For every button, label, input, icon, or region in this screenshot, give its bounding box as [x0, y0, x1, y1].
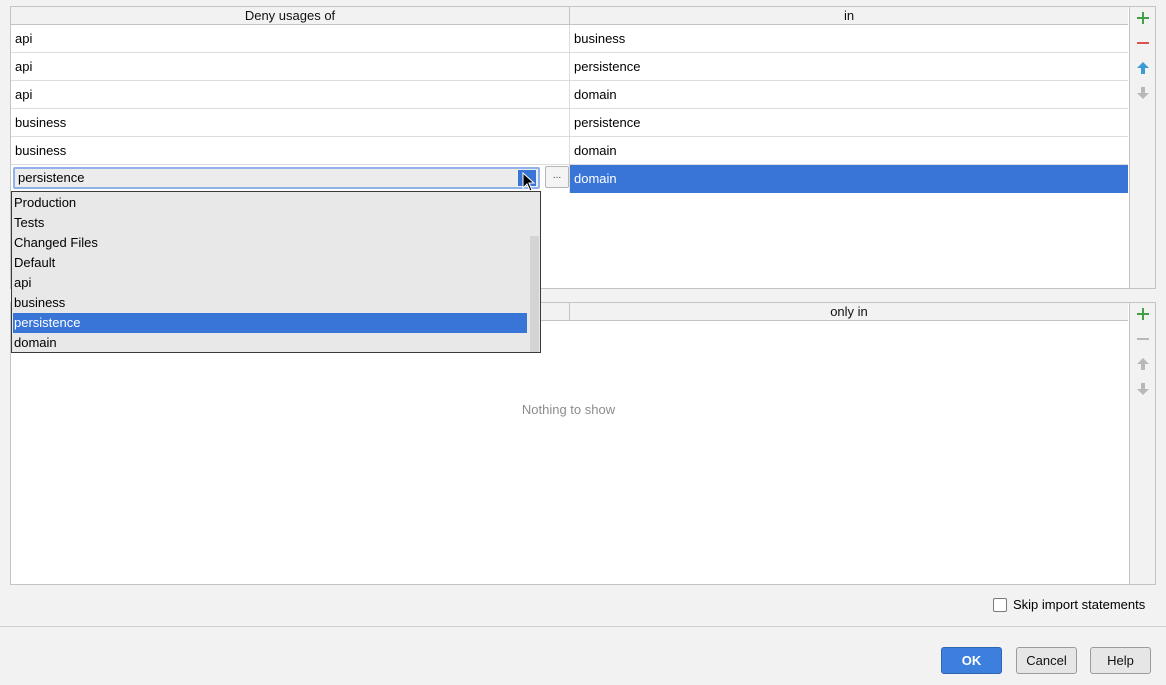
column-header-in[interactable]: in: [570, 7, 1128, 25]
table-row[interactable]: business persistence: [11, 109, 1128, 137]
dropdown-scrollbar[interactable]: [530, 236, 539, 352]
bottom-table-toolbar: [1129, 303, 1155, 584]
cell-deny-usages-of[interactable]: api: [11, 25, 570, 53]
cancel-button[interactable]: Cancel: [1016, 647, 1077, 674]
plus-icon: [1137, 308, 1149, 320]
cell-in[interactable]: persistence: [570, 109, 1128, 137]
arrow-down-icon: [1137, 87, 1149, 99]
empty-table-message: Nothing to show: [521, 402, 616, 417]
move-up-button[interactable]: [1134, 59, 1152, 77]
cell-deny-usages-of[interactable]: api: [11, 81, 570, 109]
list-item[interactable]: Changed Files: [13, 233, 527, 253]
plus-icon: [1137, 12, 1149, 24]
table-row[interactable]: api persistence: [11, 53, 1128, 81]
list-item[interactable]: business: [13, 293, 527, 313]
table-row[interactable]: api domain: [11, 81, 1128, 109]
cell-in[interactable]: persistence: [570, 53, 1128, 81]
cell-deny-usages-of[interactable]: business: [11, 137, 570, 165]
list-item[interactable]: domain: [13, 333, 527, 353]
cell-deny-usages-of[interactable]: api: [11, 53, 570, 81]
arrow-down-icon: [1137, 383, 1149, 395]
list-item-selected[interactable]: persistence: [13, 313, 527, 333]
list-item[interactable]: Tests: [13, 213, 527, 233]
column-header-deny-usages-of[interactable]: Deny usages of: [11, 7, 570, 25]
scope-combobox[interactable]: persistence: [13, 167, 540, 192]
ok-button[interactable]: OK: [941, 647, 1002, 674]
skip-import-option[interactable]: Skip import statements: [993, 597, 1145, 612]
cell-in[interactable]: domain: [570, 81, 1128, 109]
scope-combobox-value: persistence: [18, 170, 85, 185]
arrow-up-icon: [1137, 358, 1149, 370]
remove-rule-button[interactable]: [1134, 330, 1152, 348]
move-up-button[interactable]: [1134, 355, 1152, 373]
list-item[interactable]: api: [13, 273, 527, 293]
browse-scopes-button[interactable]: ...: [545, 166, 569, 188]
list-item[interactable]: Default: [13, 253, 527, 273]
skip-import-label: Skip import statements: [1013, 597, 1146, 612]
cell-in[interactable]: domain: [570, 137, 1128, 165]
list-item[interactable]: Production: [13, 193, 527, 213]
remove-rule-button[interactable]: [1134, 34, 1152, 52]
column-header-only-in[interactable]: only in: [570, 303, 1128, 321]
dropdown-arrow-button[interactable]: [518, 170, 536, 192]
divider: [0, 626, 1166, 627]
table-row[interactable]: business domain: [11, 137, 1128, 165]
arrow-up-icon: [1137, 62, 1149, 74]
help-button[interactable]: Help: [1090, 647, 1151, 674]
skip-import-checkbox[interactable]: [993, 597, 1007, 612]
table-header: Deny usages of in: [11, 7, 1128, 25]
add-rule-button[interactable]: [1134, 305, 1152, 323]
move-down-button[interactable]: [1134, 84, 1152, 102]
add-rule-button[interactable]: [1134, 9, 1152, 27]
minus-icon: [1137, 42, 1149, 44]
top-table-toolbar: [1129, 7, 1155, 288]
table-row[interactable]: api business: [11, 25, 1128, 53]
move-down-button[interactable]: [1134, 380, 1152, 398]
cell-in[interactable]: domain: [570, 165, 1128, 193]
cell-deny-usages-of[interactable]: business: [11, 109, 570, 137]
scope-dropdown-list: Production Tests Changed Files Default a…: [11, 191, 541, 353]
minus-icon: [1137, 338, 1149, 340]
cell-in[interactable]: business: [570, 25, 1128, 53]
